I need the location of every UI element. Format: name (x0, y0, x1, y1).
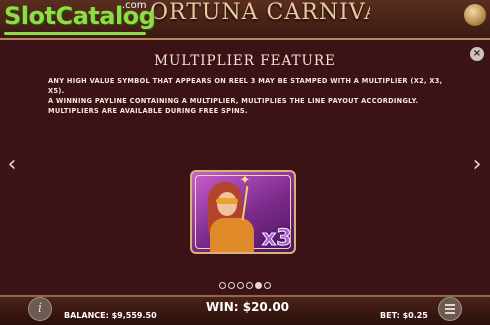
win-display: WIN: $20.00 (206, 300, 290, 314)
top-banner: ORTUNA CARNIVALE SlotCatalog .com (0, 0, 490, 40)
description-line: MULTIPLIERS ARE AVAILABLE DURING FREE SP… (48, 107, 248, 115)
info-button[interactable]: i (28, 297, 52, 321)
page-dot[interactable] (246, 282, 253, 289)
description-line: ANY HIGH VALUE SYMBOL THAT APPEARS ON RE… (48, 77, 443, 95)
page-dot[interactable] (228, 282, 235, 289)
page-dot[interactable] (255, 282, 262, 289)
logo-suffix: .com (122, 0, 147, 11)
figure-face (217, 192, 237, 216)
figure-dress (210, 218, 254, 252)
carnival-mask (216, 198, 238, 204)
feature-description: ANY HIGH VALUE SYMBOL THAT APPEARS ON RE… (48, 76, 458, 116)
next-page-button[interactable]: › (468, 152, 486, 178)
menu-icon (445, 308, 455, 310)
close-button[interactable]: × (470, 47, 484, 61)
description-line: A WINNING PAYLINE CONTAINING A MULTIPLIE… (48, 97, 419, 105)
game-title: ORTUNA CARNIVALE (150, 0, 370, 25)
slotcatalog-logo: SlotCatalog .com (4, 0, 156, 38)
menu-icon (445, 304, 455, 306)
star-icon: ✦ (239, 173, 251, 188)
bet-display: BET: $0.25 (380, 311, 428, 320)
panel-title: MULTIPLIER FEATURE (154, 53, 336, 69)
coin-icon (464, 4, 486, 26)
logo-underline (4, 32, 146, 35)
menu-icon (445, 312, 455, 314)
page-dot[interactable] (264, 282, 271, 289)
page-dot[interactable] (237, 282, 244, 289)
page-dot[interactable] (219, 282, 226, 289)
balance-display: BALANCE: $9,559.50 (64, 311, 157, 320)
multiplier-badge: x3 (262, 226, 292, 252)
previous-page-button[interactable]: ‹ (3, 152, 21, 178)
page-indicator (0, 282, 490, 290)
menu-button[interactable] (438, 297, 462, 321)
